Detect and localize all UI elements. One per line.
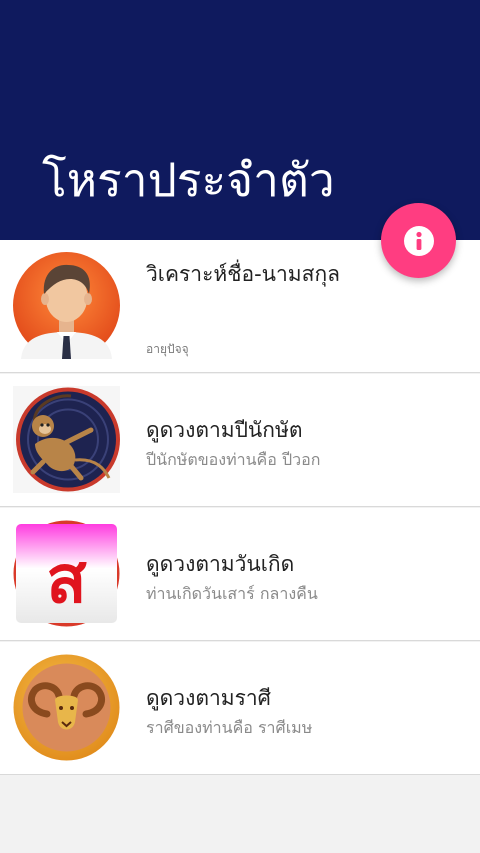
monkey-zodiac-icon [13,386,120,493]
page-title: โหราประจำตัว [42,153,335,207]
list-item-birthday[interactable]: ส ดูดวงตามวันเกิด ท่านเกิดวันเสาร์ กลางค… [0,508,480,641]
thai-letter-sor-icon: ส [13,520,120,627]
list-item-chinese-zodiac[interactable]: ดูดวงตามปีนักษัต ปีนักษัตของท่านคือ ปีวอ… [0,374,480,507]
item-subtitle: อายุปัจจุ [146,342,189,356]
item-subtitle: ราศีของท่านคือ ราศีเมษ [146,718,313,737]
item-title: ดูดวงตามราศี [146,686,271,710]
item-subtitle: ท่านเกิดวันเสาร์ กลางคืน [146,584,318,603]
svg-text:ส: ส [46,541,87,618]
info-icon [403,225,434,256]
list-item-western-zodiac[interactable]: ดูดวงตามราศี ราศีของท่านคือ ราศีเมษ [0,642,480,775]
item-title: ดูดวงตามปีนักษัต [146,418,303,442]
horoscope-menu-list: วิเคราะห์ชื่อ-นามสกุล อายุปัจจุ ดูดวงตาม… [0,240,480,775]
item-title: ดูดวงตามวันเกิด [146,552,295,576]
info-button[interactable] [381,203,456,278]
item-subtitle: ปีนักษัตของท่านคือ ปีวอก [146,450,321,469]
item-title: วิเคราะห์ชื่อ-นามสกุล [146,262,341,286]
businessman-avatar-icon [13,252,120,359]
aries-ram-icon [13,654,120,761]
